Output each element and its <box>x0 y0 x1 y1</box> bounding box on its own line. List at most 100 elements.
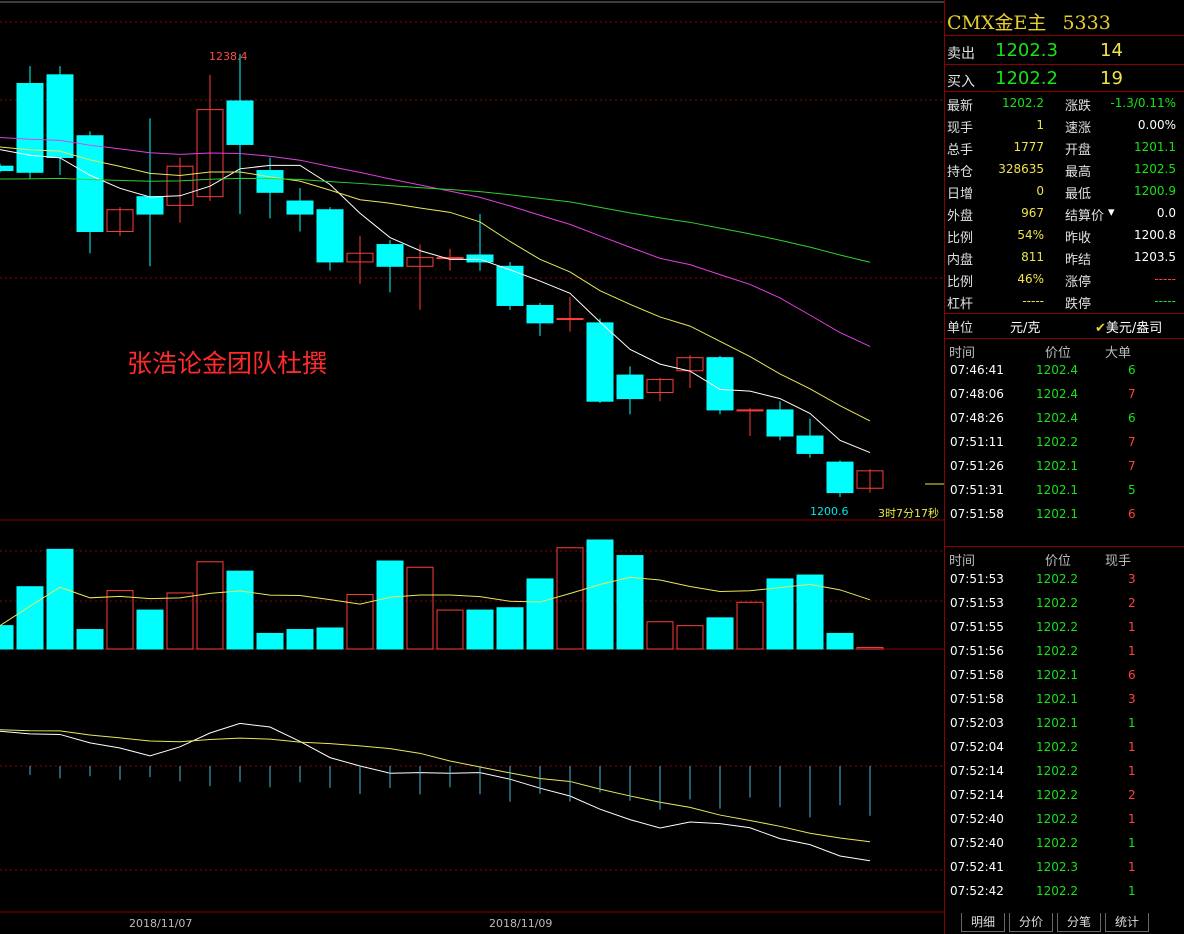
stat-value: 0.0 <box>1156 206 1176 220</box>
currency-toggle[interactable]: ✔美元/盎司 <box>1095 317 1162 336</box>
table-row[interactable]: 07:52:14 1202.2 1 <box>945 764 1184 784</box>
stat-label: 现手 <box>947 121 974 136</box>
table-row[interactable]: 07:51:58 1202.1 3 <box>945 692 1184 712</box>
volume-bar <box>586 539 614 650</box>
sell-label: 卖出 <box>947 46 975 62</box>
stats-row: 比例 46% 涨停 ----- <box>945 271 1184 291</box>
table-row[interactable]: 07:51:26 1202.1 7 <box>945 459 1184 479</box>
instrument-header[interactable]: CMX金E主 5333 <box>947 8 1111 35</box>
candle-body <box>256 170 284 193</box>
stat-value: 54% <box>1017 228 1044 242</box>
stats-row: 外盘 967 结算价 ▾ 0.0 <box>945 205 1184 225</box>
table-row[interactable]: 07:52:42 1202.2 1 <box>945 884 1184 904</box>
table-row[interactable]: 07:51:31 1202.1 5 <box>945 483 1184 503</box>
row-time: 07:52:41 <box>950 860 1004 874</box>
table-header: 时间 价位 大单 <box>945 342 1184 361</box>
row-price: 1202.2 <box>1036 596 1078 610</box>
column-header: 时间 <box>949 554 976 569</box>
row-time: 07:51:53 <box>950 572 1004 586</box>
table-row[interactable]: 07:46:41 1202.4 6 <box>945 363 1184 383</box>
row-price: 1202.3 <box>1036 860 1078 874</box>
volume-bar <box>706 617 734 650</box>
table-row[interactable]: 07:52:04 1202.2 1 <box>945 740 1184 760</box>
candle-body <box>466 254 494 263</box>
sell-volume: 14 <box>1100 40 1123 61</box>
table-row[interactable]: 07:51:11 1202.2 7 <box>945 435 1184 455</box>
candle-body <box>796 435 824 454</box>
row-price: 1202.4 <box>1036 387 1078 401</box>
stat-value: 1777 <box>1013 140 1044 154</box>
volume-bar <box>16 586 44 650</box>
table-row[interactable]: 07:52:03 1202.1 1 <box>945 716 1184 736</box>
table-header: 时间 价位 现手 <box>945 550 1184 569</box>
stat-label: 最低 <box>1065 187 1092 202</box>
dropdown-arrow-icon[interactable]: ▾ <box>1108 205 1115 220</box>
tab-2[interactable]: 分笔 <box>1057 913 1101 932</box>
volume-bar <box>226 570 254 650</box>
volume-bar <box>136 609 164 650</box>
stats-row: 最新 1202.2 涨跌 -1.3/0.11% <box>945 95 1184 115</box>
unit-row: 单位 元/克 ✔美元/盎司 <box>945 317 1184 337</box>
candle-body <box>286 200 314 215</box>
row-time: 07:52:40 <box>950 836 1004 850</box>
high-price-label: 1238.4 <box>209 50 248 63</box>
row-volume: 6 <box>1128 507 1136 521</box>
candle-body <box>0 165 14 172</box>
stats-row: 现手 1 速涨 0.00% <box>945 117 1184 137</box>
candle-body <box>316 209 344 263</box>
volume-bar <box>496 607 524 650</box>
stat-label: 速涨 <box>1065 121 1092 136</box>
row-volume: 7 <box>1128 387 1136 401</box>
chart-area[interactable]: 张浩论金团队杜撰 1238.4 1200.6 3时7分17秒 2018/11/0… <box>0 0 944 934</box>
table-row[interactable]: 07:51:55 1202.2 1 <box>945 620 1184 640</box>
volume-bar <box>616 555 644 650</box>
kline-chart[interactable] <box>0 0 944 934</box>
row-time: 07:52:03 <box>950 716 1004 730</box>
row-volume: 6 <box>1128 363 1136 377</box>
table-row[interactable]: 07:48:06 1202.4 7 <box>945 387 1184 407</box>
candle-body <box>556 318 584 321</box>
stat-value: ----- <box>1022 294 1044 308</box>
row-time: 07:48:26 <box>950 411 1004 425</box>
quote-panel: CMX金E主 5333 卖出 1202.3 14 买入 1202.2 19 最新… <box>944 0 1184 934</box>
table-row[interactable]: 07:51:53 1202.2 3 <box>945 572 1184 592</box>
table-row[interactable]: 07:48:26 1202.4 6 <box>945 411 1184 431</box>
tab-3[interactable]: 统计 <box>1105 913 1149 932</box>
buy-price: 1202.2 <box>995 68 1058 89</box>
stat-label: 内盘 <box>947 253 974 268</box>
dea-line <box>0 729 871 843</box>
stat-value: 1200.9 <box>1134 184 1176 198</box>
table-row[interactable]: 07:51:58 1202.1 6 <box>945 668 1184 688</box>
volume-bar <box>736 601 764 650</box>
check-icon: ✔ <box>1095 321 1106 336</box>
row-price: 1202.2 <box>1036 644 1078 658</box>
table-row[interactable]: 07:52:40 1202.2 1 <box>945 836 1184 856</box>
row-time: 07:52:40 <box>950 812 1004 826</box>
table-row[interactable]: 07:51:56 1202.2 1 <box>945 644 1184 664</box>
instrument-title: CMX金E主 <box>947 12 1047 34</box>
row-price: 1202.1 <box>1036 483 1078 497</box>
volume-bar <box>676 625 704 650</box>
volume-bar <box>406 566 434 650</box>
table-row[interactable]: 07:52:41 1202.3 1 <box>945 860 1184 880</box>
table-row[interactable]: 07:52:40 1202.2 1 <box>945 812 1184 832</box>
tab-0[interactable]: 明细 <box>961 913 1005 932</box>
table-row[interactable]: 07:52:14 1202.2 2 <box>945 788 1184 808</box>
row-volume: 2 <box>1128 596 1136 610</box>
candle-body <box>16 83 44 173</box>
stat-label: 最高 <box>1065 165 1092 180</box>
stat-label: 涨跌 <box>1065 99 1092 114</box>
column-header: 时间 <box>949 346 976 361</box>
row-time: 07:51:31 <box>950 483 1004 497</box>
candle-body <box>586 322 614 402</box>
candle-body <box>136 196 164 215</box>
row-volume: 1 <box>1128 836 1136 850</box>
row-time: 07:52:14 <box>950 764 1004 778</box>
table-row[interactable]: 07:51:53 1202.2 2 <box>945 596 1184 616</box>
stat-label: 开盘 <box>1065 143 1092 158</box>
row-volume: 1 <box>1128 812 1136 826</box>
table-row[interactable]: 07:51:58 1202.1 6 <box>945 507 1184 527</box>
stat-value: 328635 <box>998 162 1044 176</box>
stat-value: 967 <box>1021 206 1044 220</box>
tab-1[interactable]: 分价 <box>1009 913 1053 932</box>
